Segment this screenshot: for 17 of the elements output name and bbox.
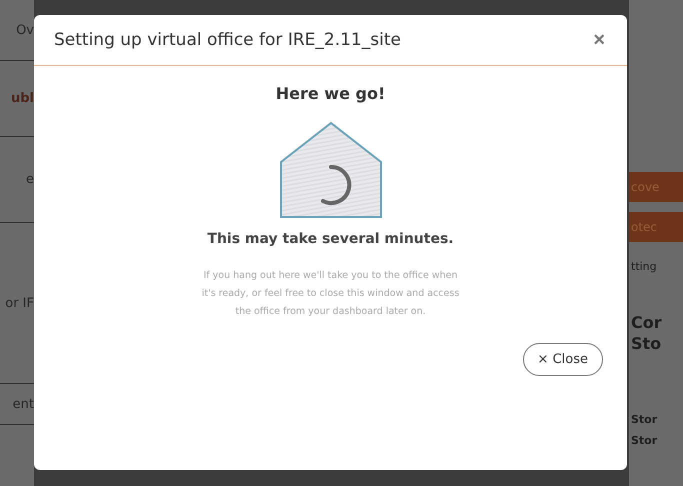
background-text: Stor	[630, 434, 658, 447]
dialog-title: Setting up virtual office for IRE_2.11_site	[54, 30, 401, 50]
background-text: Ov	[16, 22, 34, 38]
close-button[interactable]: ×	[593, 28, 605, 52]
subtitle: This may take several minutes.	[207, 231, 454, 247]
background-text: Stor	[630, 413, 658, 426]
heading: Here we go!	[276, 84, 386, 103]
message: If you hang out here we'll take you to the office when it's ready, or feel free to close this window and access the office from your dashboard later on.	[200, 269, 460, 319]
background-text: tting	[630, 260, 657, 273]
background-text: Cor	[630, 313, 662, 332]
background-text: or IF	[5, 296, 34, 310]
background-text: ubl	[10, 91, 34, 106]
close-button[interactable]: × Close	[522, 343, 603, 376]
background-text: e	[26, 172, 34, 187]
background-text: ent	[12, 396, 34, 412]
background-text: Sto	[630, 334, 662, 353]
house-loading-icon	[278, 121, 382, 219]
